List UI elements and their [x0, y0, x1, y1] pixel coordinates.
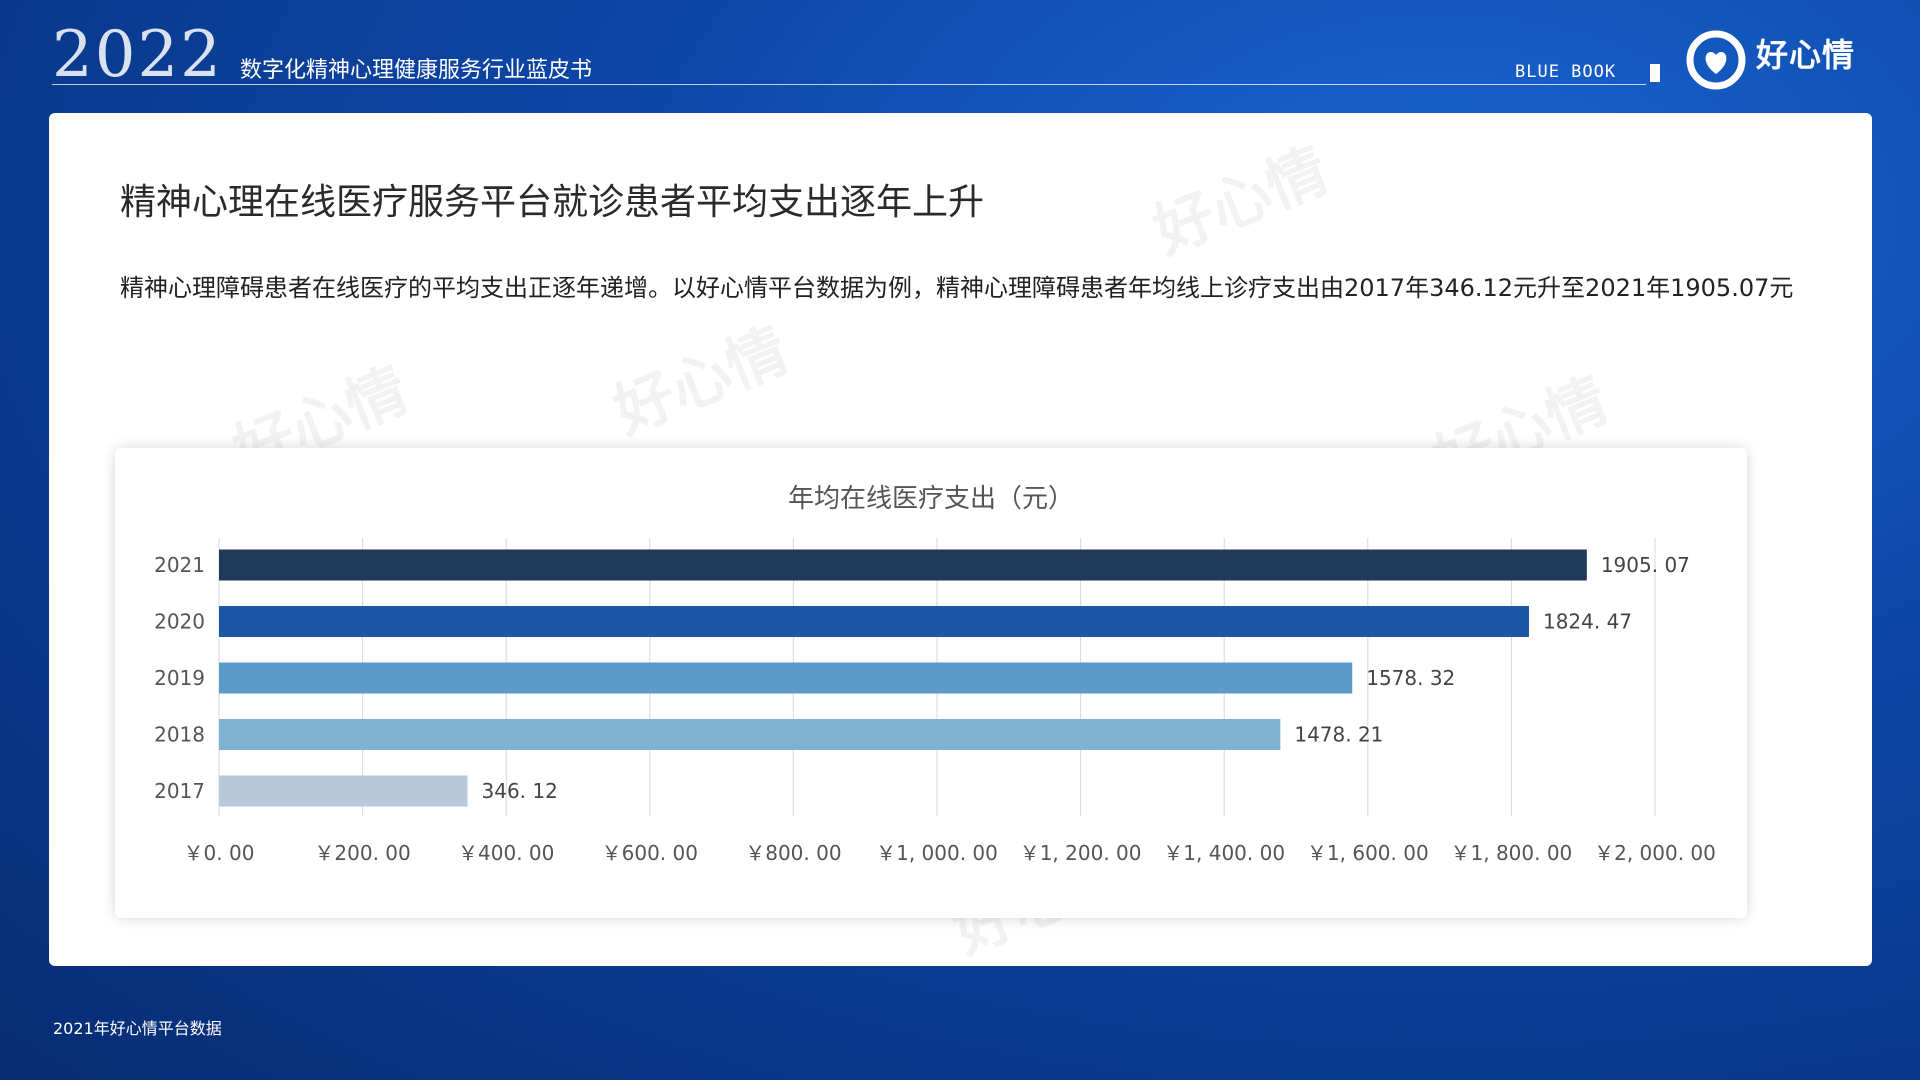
x-tick-label: ￥1, 400. 00: [1163, 841, 1285, 865]
bluebook-label: BLUE BOOK: [1515, 62, 1617, 82]
x-tick-label: ￥400. 00: [458, 841, 554, 865]
x-tick-label: ￥800. 00: [745, 841, 841, 865]
x-tick-label: ￥1, 000. 00: [876, 841, 998, 865]
header-divider: [52, 84, 1646, 85]
category-label: 2018: [154, 723, 205, 747]
x-tick-label: ￥1, 800. 00: [1451, 841, 1573, 865]
x-tick-label: ￥600. 00: [602, 841, 698, 865]
bar: [219, 606, 1529, 637]
bar: [219, 719, 1281, 750]
bar: [219, 775, 468, 807]
bar: [219, 549, 1587, 581]
data-source: 2021年好心情平台数据: [53, 1019, 222, 1038]
x-tick-label: ￥1, 200. 00: [1020, 841, 1142, 865]
x-tick-label: ￥0. 00: [184, 841, 255, 865]
watermark: 好心情: [1144, 135, 1338, 268]
bar-chart: 年均在线医疗支出（元） ￥0. 00 ￥200. 00 ￥400. 00 ￥600. …: [115, 448, 1747, 918]
logo-text: 好心情: [1756, 36, 1856, 74]
chart-plot-area: ￥0. 00 ￥200. 00 ￥400. 00 ￥600. 00 ￥800. 00 ￥1…: [154, 538, 1716, 865]
card-description: 精神心理障碍患者在线医疗的平均支出正逐年递增。以好心情平台数据为例，精神心理障碍…: [120, 274, 1794, 302]
data-label: 346. 12: [482, 779, 558, 803]
x-tick-label: ￥2, 000. 00: [1594, 841, 1716, 865]
card-title: 精神心理在线医疗服务平台就诊患者平均支出逐年上升: [120, 182, 985, 223]
data-label: 1824. 47: [1543, 610, 1632, 634]
content-card: 好心情 好心情 好心情 好心情 好心情 精神心理在线医疗服务平台就诊患者平均支出…: [49, 113, 1872, 966]
brand-logo: 好心情: [1684, 28, 1864, 92]
category-label: 2020: [154, 610, 205, 634]
category-label: 2019: [154, 666, 205, 690]
heart-ring-icon: [1686, 30, 1746, 90]
bluebook-marker: [1650, 64, 1660, 82]
data-label: 1578. 32: [1366, 666, 1455, 690]
data-label: 1905. 07: [1601, 553, 1690, 577]
report-title: 数字化精神心理健康服务行业蓝皮书: [240, 58, 593, 83]
data-label: 1478. 21: [1294, 723, 1383, 747]
watermark: 好心情: [604, 315, 798, 448]
x-tick-label: ￥200. 00: [314, 841, 410, 865]
report-year: 2022: [52, 18, 223, 92]
category-label: 2021: [154, 553, 205, 577]
category-label: 2017: [154, 779, 205, 803]
x-tick-label: ￥1, 600. 00: [1307, 841, 1429, 865]
bar: [219, 662, 1353, 694]
